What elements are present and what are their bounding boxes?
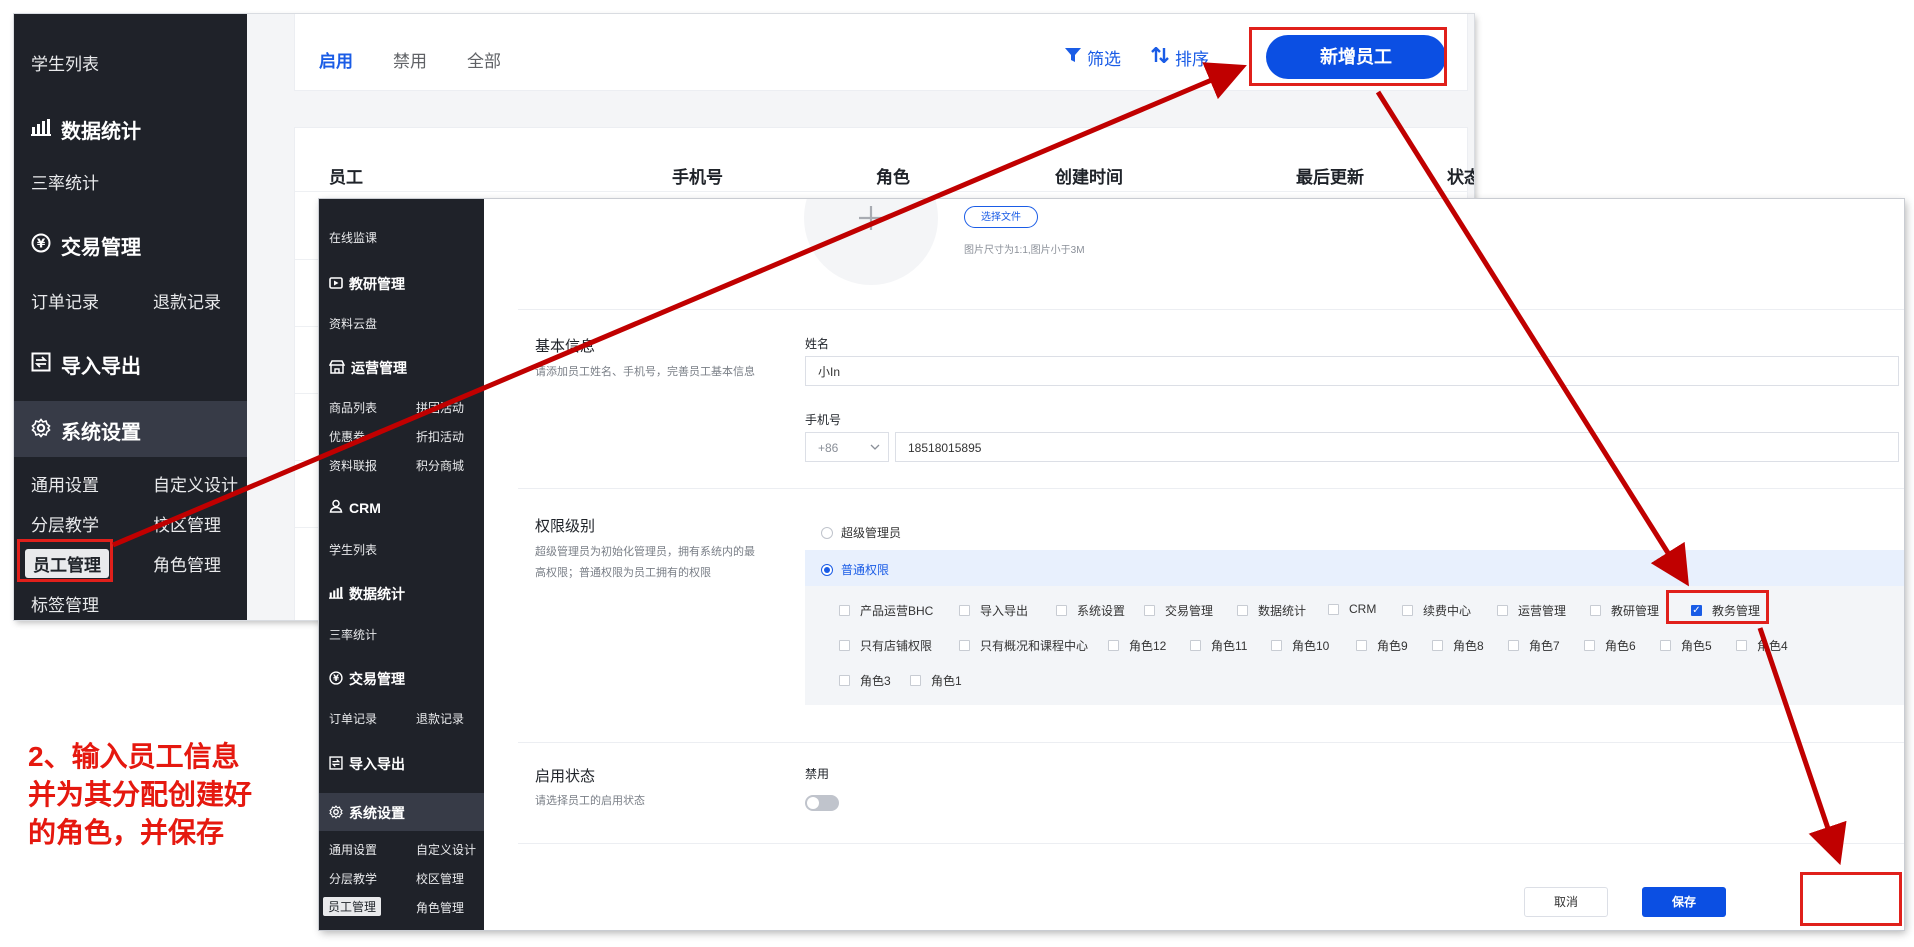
arrow-staff-to-add — [112, 62, 1247, 548]
arrow-role-to-save — [1757, 627, 1847, 866]
arrow-add-to-role — [1375, 90, 1689, 587]
annotation-note-line: 2、输入员工信息 — [28, 741, 240, 772]
annotation-note: 2、输入员工信息 并为其分配创建好 的角色，并保存 — [28, 738, 252, 852]
annotation-note-line: 并为其分配创建好 — [28, 779, 253, 810]
annotation-note-line: 的角色，并保存 — [28, 817, 225, 848]
annotation-arrows — [112, 62, 1847, 866]
